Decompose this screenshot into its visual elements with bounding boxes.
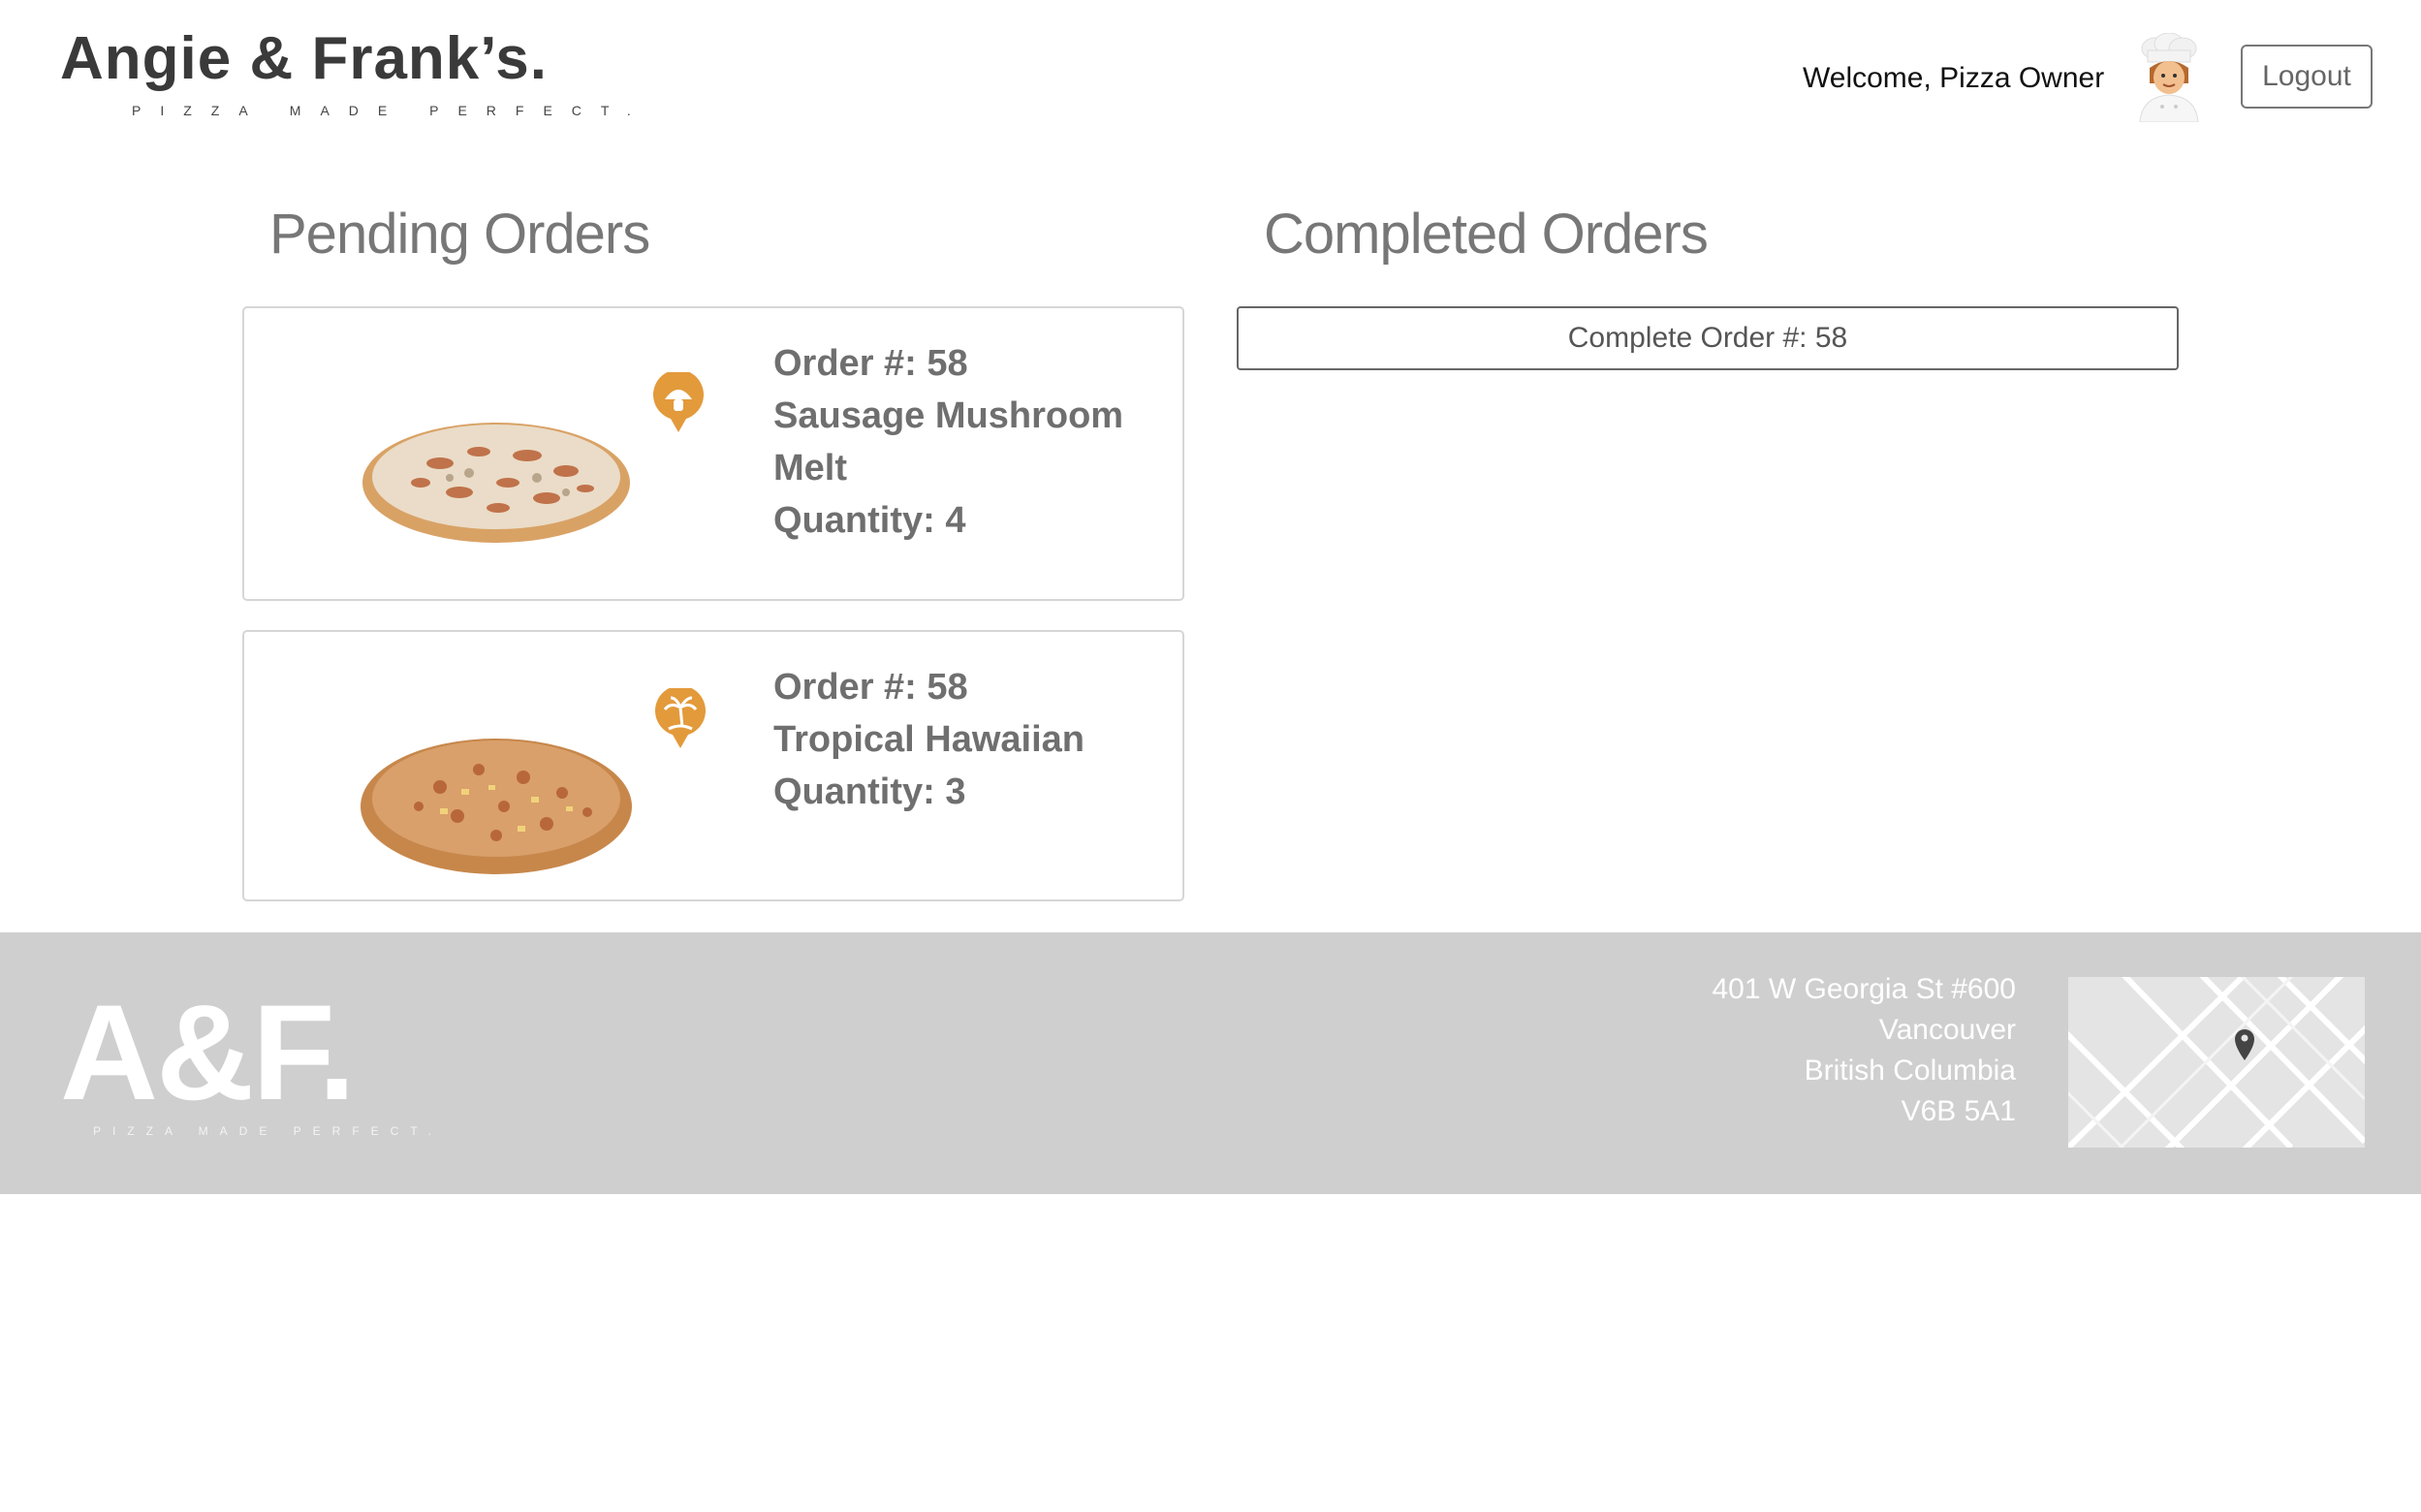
brand-logo-tagline: PIZZA MADE PERFECT. — [132, 103, 650, 118]
palm-tree-icon — [653, 685, 707, 757]
address-city: Vancouver — [1878, 1014, 2016, 1046]
footer-logo-tagline: PIZZA MADE PERFECT. — [93, 1124, 443, 1138]
address-street: 401 W Georgia St #600 — [1712, 973, 2016, 1005]
pending-order-card[interactable]: Order #: 58 Sausage Mushroom Melt Quanti… — [242, 306, 1184, 601]
address-province: British Columbia — [1804, 1055, 2016, 1087]
pending-orders-heading: Pending Orders — [269, 203, 650, 266]
footer-logo[interactable]: A&F. PIZZA MADE PERFECT. — [60, 976, 443, 1139]
pizza-name-line1: Tropical Hawaiian — [773, 719, 1085, 760]
complete-order-button[interactable]: Complete Order #: 58 — [1237, 306, 2179, 370]
completed-orders-heading: Completed Orders — [1264, 203, 1709, 266]
order-number: Order #: 58 — [773, 343, 968, 384]
logout-button[interactable]: Logout — [2241, 45, 2373, 109]
store-address: 401 W Georgia St #600 Vancouver British … — [1712, 969, 2016, 1132]
location-map[interactable] — [2046, 955, 2401, 1182]
welcome-message: Welcome, Pizza Owner — [1803, 62, 2105, 94]
pizza-name-line2: Melt — [773, 448, 847, 488]
order-quantity: Quantity: 3 — [773, 772, 966, 812]
order-number: Order #: 58 — [773, 667, 968, 708]
footer: A&F. PIZZA MADE PERFECT. 401 W Georgia S… — [0, 932, 2421, 1194]
pending-order-card[interactable]: Order #: 58 Tropical Hawaiian Quantity: … — [242, 630, 1184, 901]
order-details: Order #: 58 Tropical Hawaiian Quantity: … — [773, 661, 1161, 818]
pizza-name-line1: Sausage Mushroom — [773, 395, 1124, 436]
order-details: Order #: 58 Sausage Mushroom Melt Quanti… — [773, 337, 1161, 547]
address-postal-code: V6B 5A1 — [1901, 1095, 2016, 1127]
pizza-image — [333, 661, 706, 874]
brand-logo[interactable]: Angie & Frank’s. PIZZA MADE PERFECT. — [60, 25, 650, 119]
chef-avatar-icon — [2132, 32, 2206, 123]
footer-logo-text: A&F. — [60, 976, 356, 1128]
mushroom-icon — [651, 369, 706, 441]
brand-logo-title: Angie & Frank’s. — [60, 25, 548, 92]
pizza-image — [333, 337, 704, 551]
order-quantity: Quantity: 4 — [773, 500, 966, 541]
